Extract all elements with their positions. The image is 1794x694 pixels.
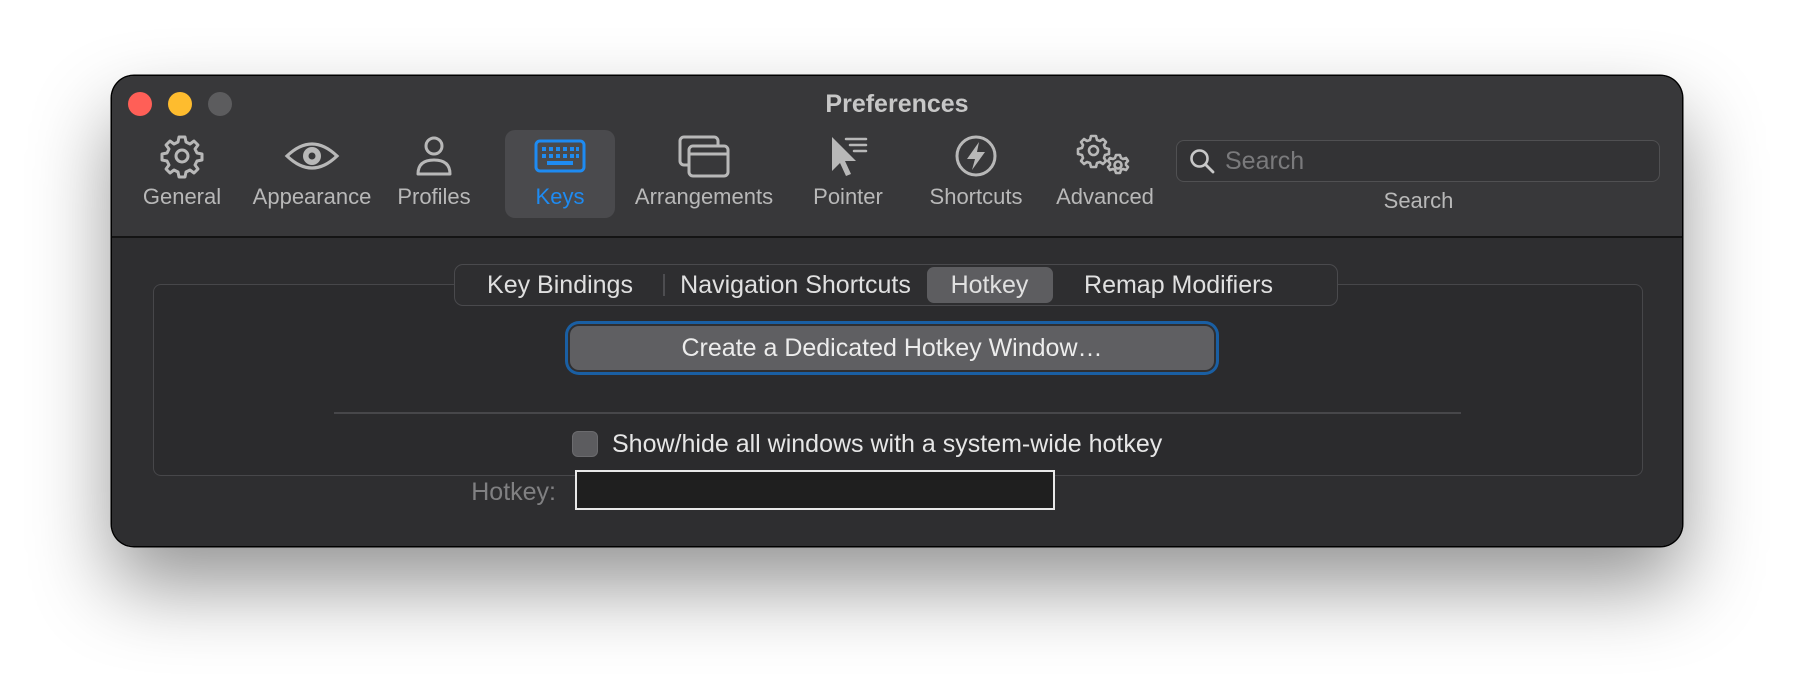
bolt-icon (954, 130, 998, 182)
tab-remap-modifiers[interactable]: Remap Modifiers (1053, 267, 1305, 303)
toolbar-label-shortcuts: Shortcuts (929, 184, 1023, 209)
pointer-icon (826, 130, 870, 182)
window-title: Preferences (825, 90, 969, 118)
toolbar-label-advanced: Advanced (1056, 184, 1154, 209)
toolbar-label-appearance: Appearance (252, 184, 372, 209)
search-field[interactable] (1176, 140, 1660, 182)
show-hide-hotkey-checkbox[interactable] (572, 431, 598, 457)
gear-icon (159, 130, 205, 182)
search-caption: Search (1383, 188, 1454, 213)
preferences-window: Preferences General Appearance Profiles … (112, 76, 1682, 546)
toolbar-item-keys[interactable]: Keys (505, 130, 615, 218)
person-icon (414, 130, 454, 182)
separator (334, 412, 1461, 414)
hotkey-recorder-field[interactable] (575, 470, 1055, 510)
keys-tab-bar: Key Bindings Navigation Shortcuts Hotkey… (454, 264, 1338, 306)
toolbar-label-pointer: Pointer (813, 184, 883, 209)
windows-icon (678, 130, 730, 182)
gears-icon (1076, 130, 1134, 182)
toolbar-item-shortcuts[interactable]: Shortcuts (910, 130, 1042, 218)
toolbar-label-general: General (142, 184, 222, 209)
keyboard-icon (534, 130, 586, 182)
toolbar-item-general[interactable]: General (124, 130, 240, 218)
show-hide-hotkey-label[interactable]: Show/hide all windows with a system-wide… (612, 430, 1162, 459)
toolbar-label-profiles: Profiles (397, 184, 471, 209)
titlebar-toolbar: Preferences General Appearance Profiles … (112, 76, 1682, 238)
keys-pane: Key Bindings Navigation Shortcuts Hotkey… (112, 238, 1682, 546)
toolbar-item-pointer[interactable]: Pointer (798, 130, 898, 218)
tab-navigation-shortcuts[interactable]: Navigation Shortcuts (665, 267, 927, 303)
search-icon (1189, 148, 1215, 174)
eye-icon (284, 130, 340, 182)
toolbar-item-arrangements[interactable]: Arrangements (624, 130, 784, 218)
search-input[interactable] (1223, 145, 1627, 177)
toolbar-item-advanced[interactable]: Advanced (1040, 130, 1170, 218)
toolbar-item-profiles[interactable]: Profiles (384, 130, 484, 218)
tab-key-bindings[interactable]: Key Bindings (457, 267, 663, 303)
hotkey-label: Hotkey: (471, 478, 556, 506)
toolbar-item-appearance[interactable]: Appearance (247, 130, 377, 218)
toolbar-label-keys: Keys (535, 184, 585, 209)
tab-hotkey[interactable]: Hotkey (926, 267, 1053, 303)
toolbar-label-arrangements: Arrangements (634, 184, 774, 209)
create-hotkey-window-button[interactable]: Create a Dedicated Hotkey Window… (570, 326, 1214, 370)
show-hide-hotkey-row: Show/hide all windows with a system-wide… (572, 428, 1162, 460)
